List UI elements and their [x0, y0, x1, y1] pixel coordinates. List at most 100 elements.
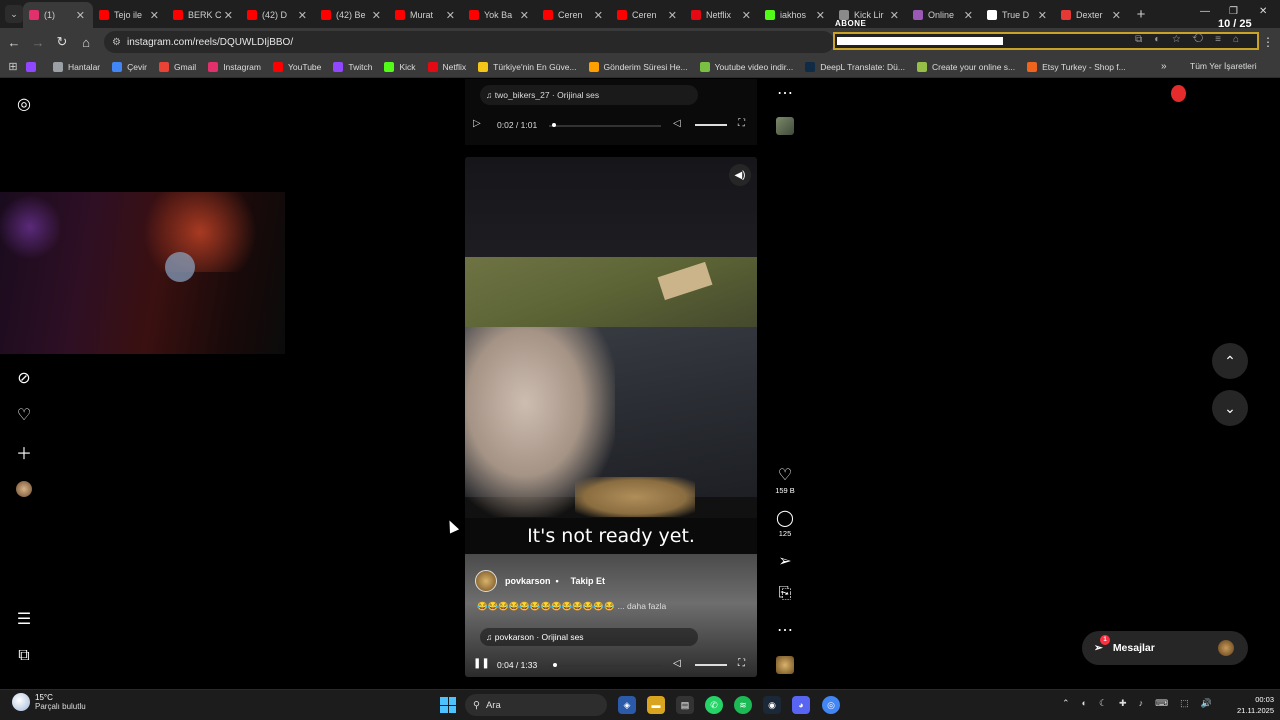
play-icon[interactable]: ▷ — [473, 118, 481, 129]
bookmark-item[interactable]: Twitch — [333, 61, 372, 72]
tab-close-icon[interactable]: ✕ — [1112, 9, 1121, 22]
address-bar[interactable]: ⚙ instagram.com/reels/DQUWLDIjBBO/ — [104, 31, 834, 53]
bookmark-item[interactable]: Netflix — [427, 61, 466, 72]
all-bookmarks[interactable]: Tüm Yer İşaretleri — [1190, 61, 1257, 71]
follow-button[interactable]: Takip Et — [571, 576, 605, 586]
volume-slider[interactable] — [695, 124, 727, 126]
tab-close-icon[interactable]: ✕ — [964, 9, 973, 22]
fullscreen-icon[interactable]: ⛶ — [738, 658, 745, 669]
heart-icon[interactable]: ♡ — [775, 465, 795, 485]
bookmark-item[interactable]: Youtube video indir... — [699, 61, 793, 72]
fullscreen-icon[interactable]: ⛶ — [738, 118, 745, 129]
tab-close-icon[interactable]: ✕ — [668, 9, 677, 22]
browser-tab[interactable]: Dexter ✕ — [1055, 2, 1129, 28]
explore-icon[interactable]: ⊘ — [14, 368, 34, 388]
terminal-icon[interactable]: ▤ — [676, 696, 694, 714]
tab-close-icon[interactable]: ✕ — [446, 9, 455, 22]
author-name[interactable]: povkarson — [505, 576, 551, 586]
volume-icon[interactable]: ◁ — [673, 118, 681, 129]
browser-tab[interactable]: (1) ✕ — [23, 2, 93, 28]
reel-seekbar[interactable] — [549, 663, 661, 667]
bookmark-item[interactable]: Gönderim Süresi He... — [588, 61, 688, 72]
comment-button[interactable]: ◯ 125 — [775, 508, 795, 538]
start-button[interactable] — [440, 697, 456, 713]
tab-close-icon[interactable]: ✕ — [816, 9, 825, 22]
discord-icon[interactable]: ◕ — [792, 696, 810, 714]
tab-search-button[interactable]: ⌄ — [5, 5, 23, 23]
messages-button[interactable]: ➢ 1 Mesajlar — [1082, 631, 1248, 665]
browser-menu-icon[interactable]: ⋮ — [1262, 35, 1274, 49]
tab-close-icon[interactable]: ✕ — [594, 9, 603, 22]
tab-close-icon[interactable]: ✕ — [742, 9, 751, 22]
spotify-icon[interactable]: ≋ — [734, 696, 752, 714]
reel-more-icon[interactable]: ⋯ — [775, 620, 795, 640]
home-button[interactable]: ⌂ — [74, 35, 98, 50]
back-button[interactable]: ← — [2, 35, 26, 50]
site-info-icon[interactable]: ⚙ — [112, 37, 121, 48]
tab-close-icon[interactable]: ✕ — [890, 9, 899, 22]
file-explorer-icon[interactable]: ▬ — [647, 696, 665, 714]
profile-avatar[interactable] — [14, 479, 34, 499]
browser-tab[interactable]: Ceren ✕ — [537, 2, 611, 28]
bookmark-item[interactable]: Hantalar — [53, 61, 100, 72]
sound-icon[interactable]: ◀) — [729, 164, 751, 186]
save-button[interactable]: ⎘ — [775, 585, 795, 603]
prev-reel-audio[interactable]: ♫ two_bikers_27 · Orijinal ses — [480, 85, 698, 105]
prev-reel-seekbar[interactable] — [549, 123, 661, 127]
notifications-heart-icon[interactable]: ♡ — [14, 405, 34, 425]
more-link[interactable]: ... daha fazla — [618, 601, 667, 611]
forward-button[interactable]: → — [26, 35, 50, 50]
tab-close-icon[interactable]: ✕ — [150, 9, 159, 22]
browser-tab[interactable]: BERK C ✕ — [167, 2, 241, 28]
browser-tab[interactable]: Murat ✕ — [389, 2, 463, 28]
taskbar-search[interactable]: ⚲ Ara — [465, 694, 607, 716]
bookmark-icon[interactable]: ⎘ — [775, 585, 795, 603]
chrome-icon[interactable]: ◎ — [822, 696, 840, 714]
previous-reel-button[interactable]: ⌃ — [1212, 343, 1248, 379]
more-menu-icon[interactable]: ☰ — [14, 609, 34, 629]
pause-icon[interactable]: ❚❚ — [473, 658, 490, 669]
whatsapp-icon[interactable]: ✆ — [705, 696, 723, 714]
bookmark-item[interactable]: Türkiye'nin En Güve... — [478, 61, 577, 72]
minimize-button[interactable]: — — [1200, 6, 1210, 17]
bookmarks-more-icon[interactable]: » — [1161, 61, 1167, 72]
bookmark-item[interactable]: Gmail — [158, 61, 196, 72]
prev-more-icon[interactable]: ⋯ — [775, 83, 795, 103]
reel-audio[interactable]: ♫ povkarson · Orijinal ses — [480, 628, 698, 646]
comment-icon[interactable]: ◯ — [775, 508, 795, 528]
browser-tab[interactable]: Online ✕ — [907, 2, 981, 28]
next-reel-button[interactable]: ⌄ — [1212, 390, 1248, 426]
maximize-button[interactable]: ❐ — [1229, 6, 1238, 17]
tab-close-icon[interactable]: ✕ — [298, 9, 307, 22]
bookmark-item[interactable]: Create your online s... — [916, 61, 1015, 72]
bookmark-item[interactable]: Çevir — [112, 61, 147, 72]
prev-audio-thumbnail[interactable] — [776, 117, 794, 135]
browser-tab[interactable]: True D ✕ — [981, 2, 1055, 28]
browser-tab[interactable]: Yok Ba ✕ — [463, 2, 537, 28]
browser-tab[interactable]: (42) Be ✕ — [315, 2, 389, 28]
bookmark-item[interactable]: DeepL Translate: Dü... — [805, 61, 905, 72]
close-window-button[interactable]: ✕ — [1259, 6, 1267, 17]
also-from-meta-icon[interactable]: ⧉ — [14, 646, 34, 666]
instagram-logo-icon[interactable]: ◎ — [14, 94, 34, 114]
clock[interactable]: 00:03 21.11.2025 — [1228, 694, 1274, 716]
weather-widget[interactable]: 15°C Parçalı bulutlu — [12, 693, 86, 711]
reload-button[interactable]: ↻ — [50, 34, 74, 50]
reel-audio-thumbnail[interactable] — [776, 656, 794, 674]
send-icon[interactable]: ➢ — [775, 551, 795, 571]
create-plus-icon[interactable]: ＋ — [14, 442, 34, 463]
share-button[interactable]: ➢ — [775, 551, 795, 571]
reel-video[interactable]: ◀) It's not ready yet. povkarson • Takip… — [465, 157, 757, 677]
new-tab-button[interactable]: + — [1131, 6, 1151, 23]
tab-close-icon[interactable]: ✕ — [76, 9, 85, 22]
steam-icon[interactable]: ◉ — [763, 696, 781, 714]
like-button[interactable]: ♡ 159 B — [775, 465, 795, 495]
tab-close-icon[interactable]: ✕ — [224, 9, 233, 22]
task-view-icon[interactable]: ◈ — [618, 696, 636, 714]
browser-tab[interactable]: Netflix ✕ — [685, 2, 759, 28]
volume-slider[interactable] — [695, 664, 727, 666]
bookmark-twitch-icon[interactable] — [26, 61, 41, 72]
toolbar-icons[interactable]: ⧉◐☆⟲≡⌂ — [1135, 34, 1251, 45]
tab-close-icon[interactable]: ✕ — [372, 9, 381, 22]
apps-icon[interactable]: ⊞ — [0, 60, 26, 73]
